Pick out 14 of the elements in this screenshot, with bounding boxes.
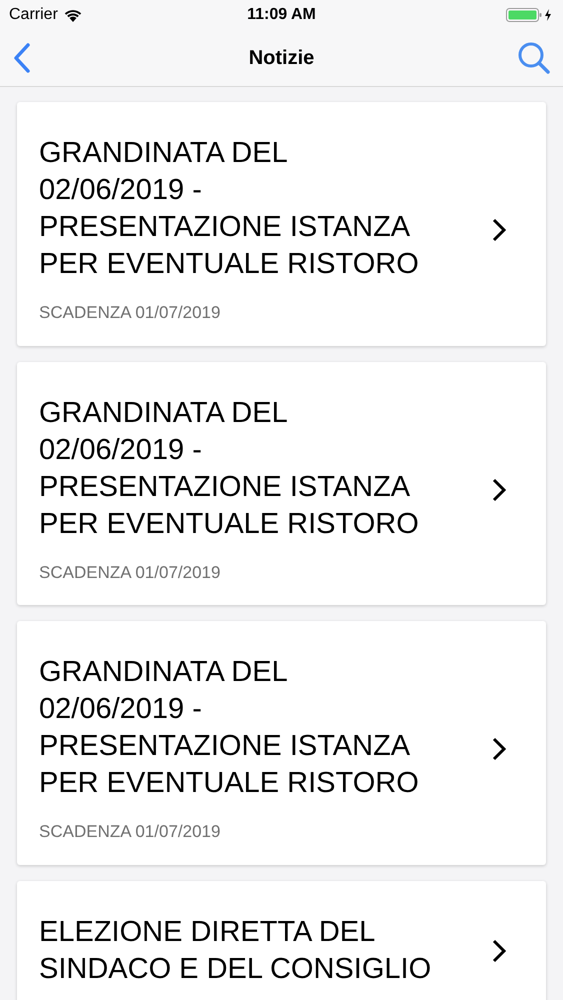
news-title: ELEZIONE DIRETTA DEL SINDACO E DEL CONSIGLIO (39, 914, 432, 986)
status-time: 11:09 AM (247, 5, 316, 25)
news-card[interactable]: GRANDINATA DEL 02/06/2019 - PRESENTAZIONE ISTANZA PER EVENTUALE RISTORO SCADENZA 01/07/2019 (17, 102, 546, 346)
news-title: GRANDINATA DEL 02/06/2019 - PRESENTAZIONE ISTANZA PER EVENTUALE RISTORO (39, 136, 420, 282)
carrier-name: Carrier (9, 5, 58, 25)
nav-title: Notizie (248, 46, 314, 71)
deadline-text: SCADENZA 01/07/2019 (39, 821, 222, 843)
deadline-text: SCADENZA 01/07/2019 (39, 562, 222, 584)
news-card[interactable]: GRANDINATA DEL 02/06/2019 - PRESENTAZIONE ISTANZA PER EVENTUALE RISTORO SCADENZA 01/07/2019 (17, 362, 546, 605)
news-card[interactable]: GRANDINATA DEL 02/06/2019 - PRESENTAZIONE ISTANZA PER EVENTUALE RISTORO SCADENZA 01/07/2019 (17, 621, 546, 864)
deadline-text: SCADENZA 01/07/2019 (39, 302, 222, 324)
news-card[interactable]: ELEZIONE DIRETTA DEL SINDACO E DEL CONSIGLIO (17, 880, 546, 1000)
news-title: GRANDINATA DEL 02/06/2019 - PRESENTAZIONE ISTANZA PER EVENTUALE RISTORO (39, 396, 420, 542)
news-title: GRANDINATA DEL 02/06/2019 - PRESENTAZIONE ISTANZA PER EVENTUALE RISTORO (39, 655, 420, 801)
